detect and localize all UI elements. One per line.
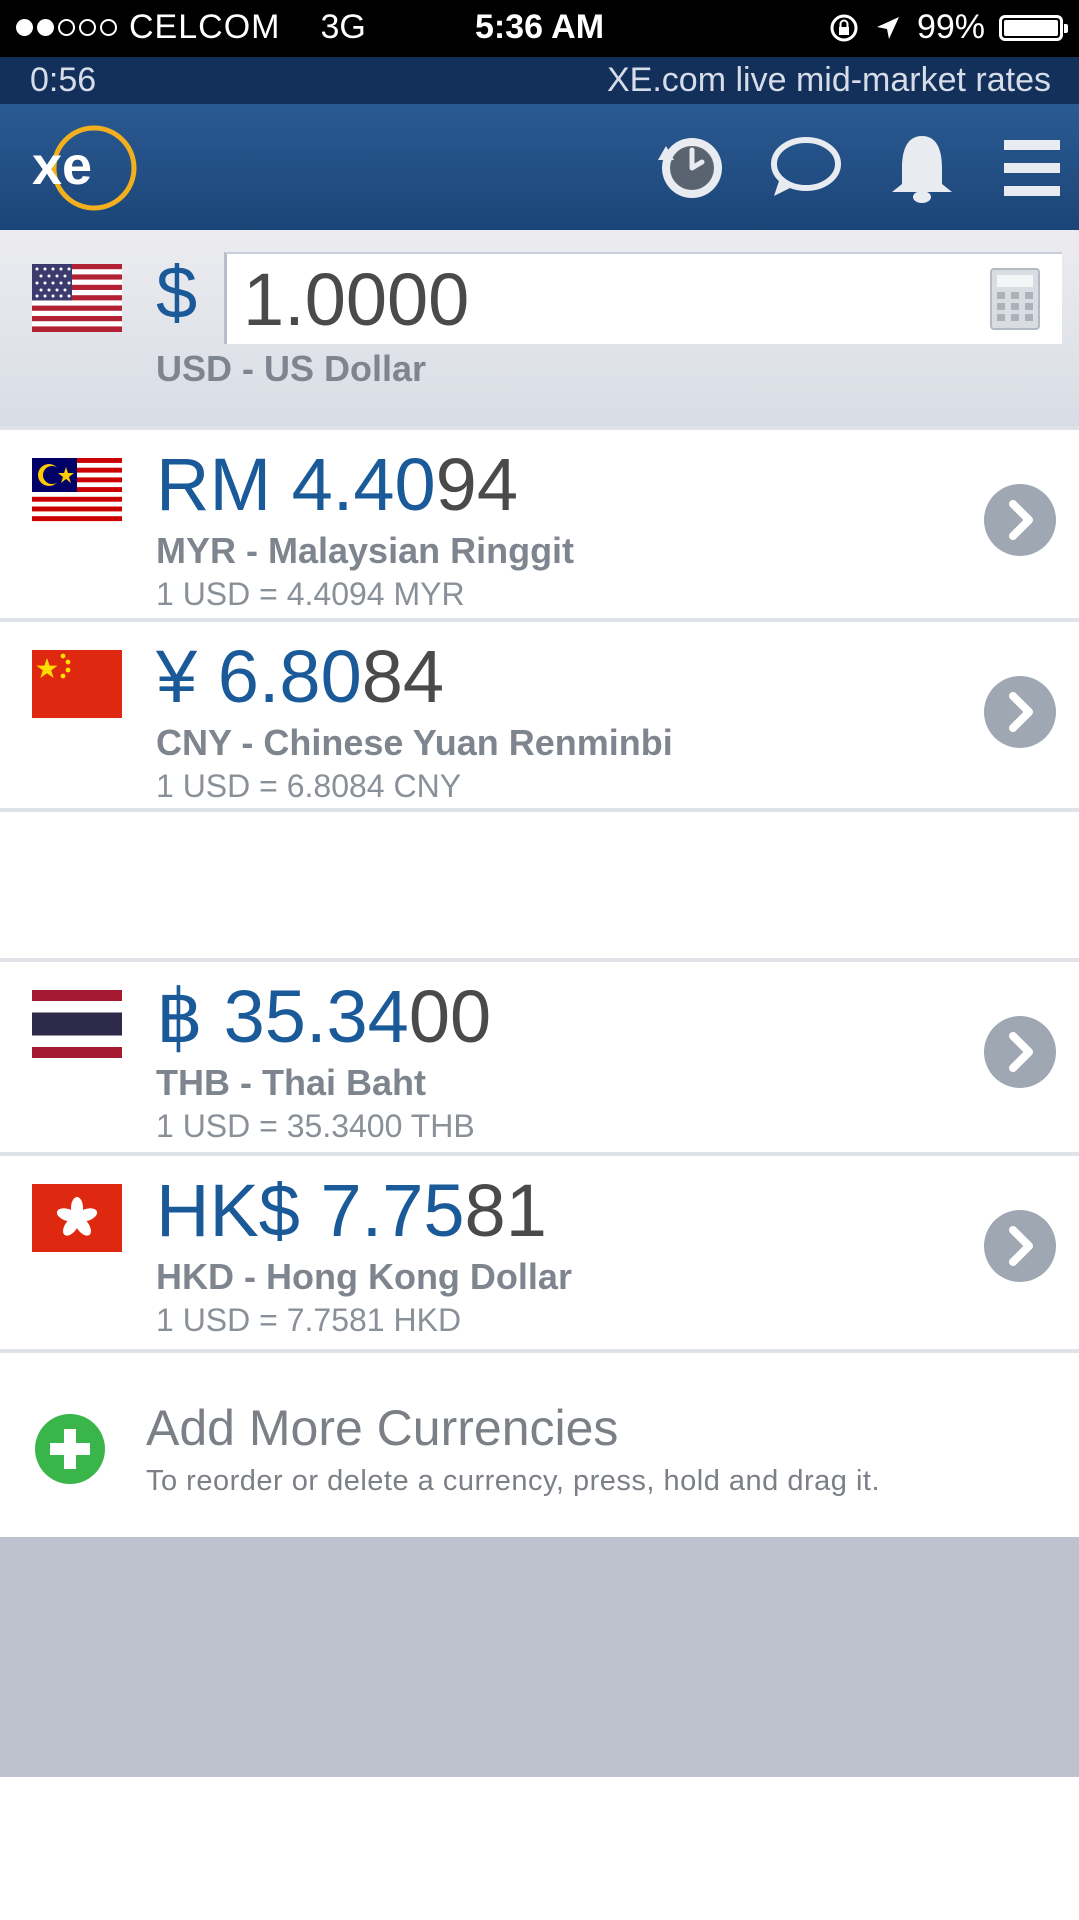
add-more-title: Add More Currencies <box>146 1400 619 1456</box>
amount-field[interactable] <box>224 252 1062 344</box>
refresh-timer: 0:56 <box>30 61 97 99</box>
rotation-lock-icon <box>830 14 858 41</box>
value-extra-digits: 81 <box>464 1169 547 1252</box>
exchange-rate: 1 USD = 4.4094 MYR <box>156 576 465 612</box>
currency-name: MYR - Malaysian Ringgit <box>156 530 575 571</box>
value-extra-digits: 00 <box>408 975 492 1058</box>
add-circle-icon[interactable] <box>34 1413 106 1485</box>
battery-icon <box>999 14 1068 41</box>
base-currency-panel: $ USD - US Dollar <box>0 230 1079 426</box>
chevron-right-icon[interactable] <box>984 676 1056 748</box>
rates-source-note: XE.com live mid-market rates <box>607 61 1051 99</box>
hong-kong-flag-icon <box>32 1184 122 1252</box>
location-arrow-icon <box>876 16 899 39</box>
currency-row-hkd[interactable]: HK$ 7.7581 HKD - Hong Kong Dollar 1 USD … <box>0 1152 1079 1338</box>
row-divider <box>0 808 1079 812</box>
chevron-right-icon[interactable] <box>984 1016 1056 1088</box>
value-extra-digits: 94 <box>435 443 518 526</box>
base-currency-name: USD - US Dollar <box>156 348 427 389</box>
value-main: ฿ 35.34 <box>156 975 409 1058</box>
empty-area <box>0 1537 1079 1777</box>
value-main: HK$ 7.75 <box>156 1169 465 1252</box>
amount-input[interactable] <box>243 260 983 338</box>
exchange-rate: 1 USD = 35.3400 THB <box>156 1108 475 1144</box>
converted-value: RM 4.4094 <box>156 442 518 527</box>
status-bar: CELCOM 3G 5:36 AM 99% <box>0 0 1079 57</box>
exchange-rate: 1 USD = 6.8084 CNY <box>156 768 462 804</box>
currency-name: HKD - Hong Kong Dollar <box>156 1256 572 1297</box>
chat-bubble-icon[interactable] <box>766 130 842 206</box>
chevron-right-icon[interactable] <box>984 484 1056 556</box>
calculator-icon[interactable] <box>990 268 1040 330</box>
thailand-flag-icon <box>32 990 122 1058</box>
history-clock-icon[interactable] <box>652 130 728 206</box>
xe-logo: xe <box>30 122 148 214</box>
converted-value: ¥ 6.8084 <box>156 634 444 719</box>
battery-percent: 99% <box>916 8 985 46</box>
exchange-rate: 1 USD = 7.7581 HKD <box>156 1302 462 1338</box>
value-extra-digits: 84 <box>361 635 445 718</box>
us-flag-icon[interactable] <box>32 264 122 332</box>
add-more-currencies-button[interactable]: Add More Currencies To reorder or delete… <box>0 1349 1079 1537</box>
malaysia-flag-icon <box>32 458 122 526</box>
base-currency-symbol: $ <box>156 251 198 334</box>
menu-icon[interactable] <box>998 130 1064 206</box>
china-flag-icon <box>32 650 122 718</box>
chevron-right-icon[interactable] <box>984 1210 1056 1282</box>
currency-name: THB - Thai Baht <box>156 1062 426 1103</box>
currency-name: CNY - Chinese Yuan Renminbi <box>156 722 673 763</box>
currency-row-cny[interactable]: ¥ 6.8084 CNY - Chinese Yuan Renminbi 1 U… <box>0 618 1079 804</box>
rate-info-bar: 0:56 XE.com live mid-market rates <box>0 57 1079 104</box>
currency-row-myr[interactable]: RM 4.4094 MYR - Malaysian Ringgit 1 USD … <box>0 426 1079 612</box>
status-right: 99% <box>829 8 1068 47</box>
logo-text: xe <box>32 136 92 196</box>
reorder-hint: To reorder or delete a currency, press, … <box>146 1465 881 1497</box>
value-main: RM 4.40 <box>156 443 436 526</box>
converted-value: ฿ 35.3400 <box>156 974 491 1060</box>
app-header: xe <box>0 104 1079 230</box>
converted-value: HK$ 7.7581 <box>156 1168 547 1253</box>
value-main: ¥ 6.80 <box>156 635 362 718</box>
bell-icon[interactable] <box>884 130 960 206</box>
currency-row-thb[interactable]: ฿ 35.3400 THB - Thai Baht 1 USD = 35.340… <box>0 962 1079 1148</box>
